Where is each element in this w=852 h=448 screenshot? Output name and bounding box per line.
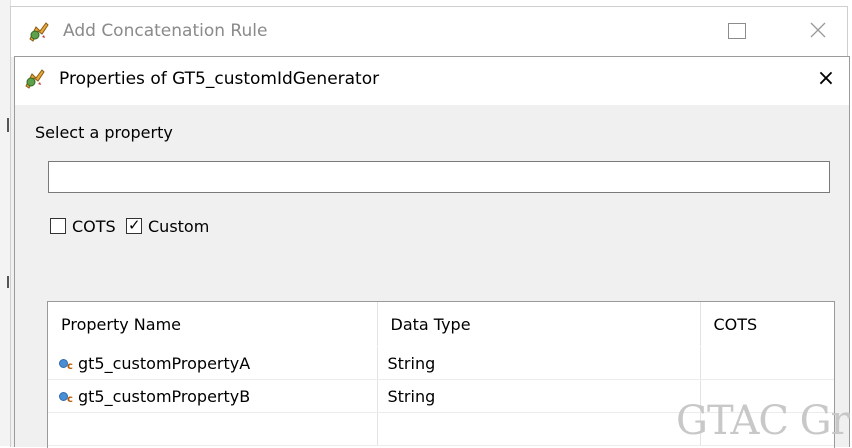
property-name: gt5_customPropertyB: [78, 386, 251, 406]
edge-mark: [7, 276, 9, 288]
cots-cell: [700, 346, 834, 380]
properties-dialog: Properties of GT5_customIdGenerator × Se…: [14, 56, 850, 448]
watermark: GTAC Gr: [676, 398, 850, 444]
cots-checkbox-box[interactable]: [50, 218, 66, 234]
column-header-cots[interactable]: COTS: [700, 302, 834, 347]
table-header-row: Property Name Data Type COTS: [48, 302, 834, 347]
outer-window-title: Add Concatenation Rule: [63, 21, 268, 41]
column-header-property-name[interactable]: Property Name: [48, 302, 378, 347]
custom-checkbox-box[interactable]: ✓: [126, 216, 142, 234]
custom-property-icon: c: [58, 390, 76, 405]
property-filter-input[interactable]: [48, 161, 830, 193]
cots-checkbox[interactable]: COTS: [50, 215, 116, 237]
custom-checkbox-label: Custom: [148, 216, 210, 236]
property-name-cell: c gt5_customPropertyB: [48, 379, 378, 413]
maximize-icon[interactable]: [728, 23, 746, 39]
dialog-title: Properties of GT5_customIdGenerator: [59, 69, 380, 89]
checkmark-icon: ✓: [128, 216, 141, 234]
custom-checkbox[interactable]: ✓ Custom: [126, 215, 209, 237]
column-header-data-type[interactable]: Data Type: [377, 302, 701, 347]
edge-mark: [7, 118, 9, 132]
app-icon: [27, 21, 51, 47]
close-icon[interactable]: [807, 19, 829, 41]
select-property-label: Select a property: [35, 123, 173, 142]
dialog-title-bar[interactable]: Properties of GT5_customIdGenerator ×: [15, 57, 849, 105]
data-type-cell: String: [377, 379, 701, 413]
app-icon: [23, 68, 47, 94]
cots-checkbox-label: COTS: [72, 216, 116, 236]
custom-property-icon: c: [58, 357, 76, 372]
property-name-cell: c gt5_customPropertyA: [48, 346, 378, 380]
close-icon[interactable]: ×: [814, 67, 838, 91]
property-name: gt5_customPropertyA: [78, 353, 251, 373]
outer-title-bar[interactable]: Add Concatenation Rule: [11, 7, 847, 57]
data-type-cell: String: [377, 346, 701, 380]
table-row[interactable]: c gt5_customPropertyA String: [48, 346, 834, 380]
